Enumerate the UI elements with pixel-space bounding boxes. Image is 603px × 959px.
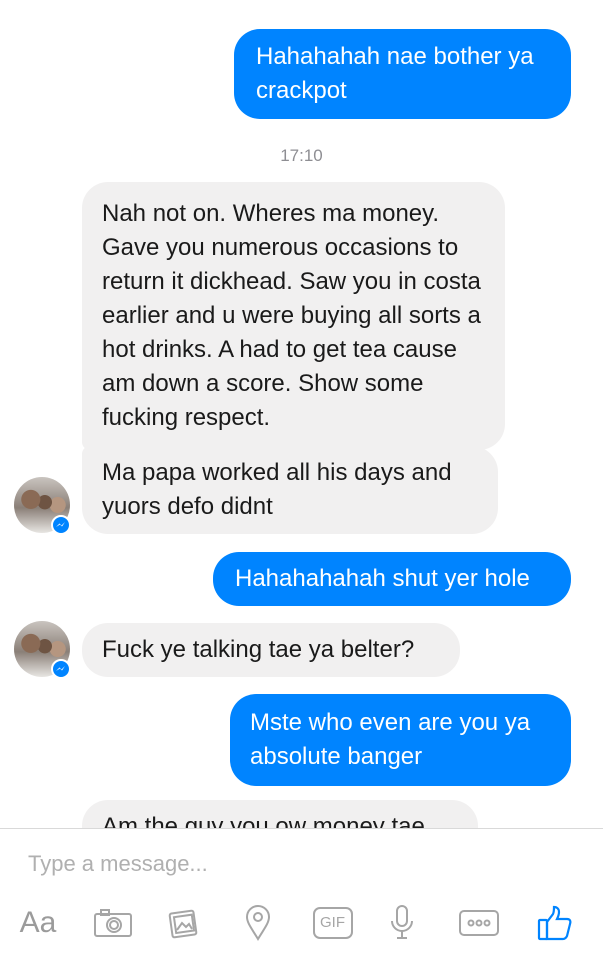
messenger-badge-icon: [51, 515, 71, 535]
message-thread: Hahahahah nae bother ya crackpot 17:10 N…: [0, 0, 603, 828]
message-incoming[interactable]: Nah not on. Wheres ma money. Gave you nu…: [82, 182, 505, 450]
message-incoming[interactable]: Ma papa worked all his days and yuors de…: [82, 446, 498, 534]
gif-icon[interactable]: GIF: [310, 901, 356, 945]
message-outgoing[interactable]: Mste who even are you ya absolute banger: [230, 694, 571, 786]
message-incoming[interactable]: Am the guy you ow money tae: [82, 800, 478, 828]
photo-icon[interactable]: [162, 901, 206, 945]
more-icon[interactable]: [456, 901, 502, 945]
gif-label: GIF: [320, 914, 345, 931]
composer-toolbar: Aa GIF: [0, 901, 603, 951]
microphone-icon[interactable]: [382, 901, 422, 945]
composer: Type a message... Aa GIF: [0, 829, 603, 959]
camera-icon[interactable]: [90, 901, 136, 945]
thumbs-up-icon[interactable]: [532, 901, 578, 945]
messenger-badge-icon: [51, 659, 71, 679]
text-format-button[interactable]: Aa: [16, 901, 60, 945]
message-outgoing[interactable]: Hahahahah nae bother ya crackpot: [234, 29, 571, 119]
location-icon[interactable]: [238, 901, 278, 945]
timestamp: 17:10: [280, 146, 323, 165]
message-input[interactable]: Type a message...: [28, 851, 208, 877]
top-edge: [0, 0, 603, 10]
message-outgoing[interactable]: Hahahahahah shut yer hole: [213, 552, 571, 606]
message-incoming[interactable]: Fuck ye talking tae ya belter?: [82, 623, 460, 677]
